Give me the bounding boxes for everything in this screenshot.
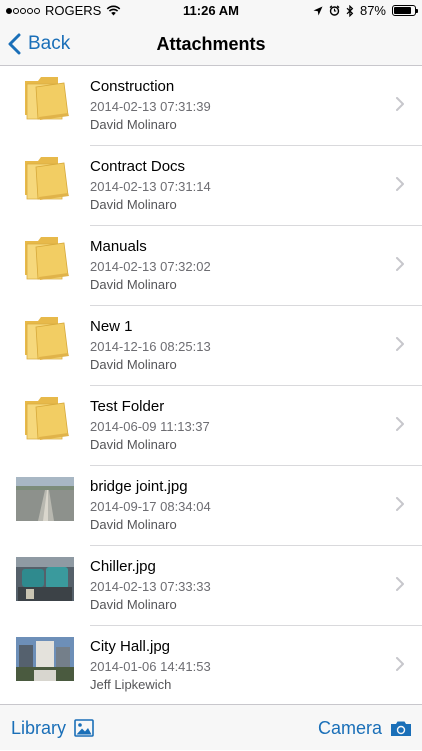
attachment-name: bridge joint.jpg (90, 478, 188, 495)
photo-library-icon (74, 719, 94, 737)
camera-button[interactable]: Camera (318, 705, 412, 751)
attachment-owner: David Molinaro (90, 117, 177, 132)
folder-icon (25, 237, 69, 280)
attachment-date: 2014-09-17 08:34:04 (90, 499, 211, 514)
battery-percent: 87% (359, 3, 386, 18)
attachment-row[interactable]: Chiller.jpg 2014-02-13 07:33:33 David Moli… (0, 546, 422, 626)
attachment-row[interactable]: City Hall.jpg 2014-01-06 14:41:53 Jeff Lip… (0, 626, 422, 704)
attachment-row[interactable]: New 1 2014-12-16 08:25:13 David Molinaro (0, 306, 422, 386)
library-label: Library (11, 717, 67, 738)
alarm-icon (329, 5, 340, 16)
attachment-name: Chiller.jpg (90, 558, 156, 575)
bottom-toolbar: Library Camera (0, 704, 422, 750)
camera-icon (391, 721, 411, 736)
location-icon (313, 6, 323, 15)
attachment-row[interactable]: Manuals 2014-02-13 07:32:02 David Molinaro (0, 226, 422, 306)
attachment-owner: David Molinaro (90, 357, 177, 372)
navigation-bar: Attachments Back (0, 22, 422, 66)
attachment-name: New 1 (90, 318, 133, 335)
status-right: 87% (313, 3, 418, 18)
attachment-date: 2014-01-06 14:41:53 (90, 659, 211, 674)
status-bar: ROGERS 11:26 AM 87% (0, 0, 422, 22)
battery-icon (392, 5, 418, 16)
attachment-owner: David Molinaro (90, 197, 177, 212)
chevron-right-icon (396, 177, 404, 191)
attachment-date: 2014-02-13 07:33:33 (90, 579, 211, 594)
attachment-name: Manuals (90, 238, 147, 255)
chevron-right-icon (396, 337, 404, 351)
attachment-name: Construction (90, 78, 175, 95)
folder-icon (25, 77, 69, 120)
chevron-right-icon (396, 497, 404, 511)
attachment-name: Test Folder (90, 398, 165, 415)
image-thumbnail (16, 477, 74, 521)
image-thumbnail (16, 637, 74, 681)
attachment-row[interactable]: Construction 2014-02-13 07:31:39 David Mol… (0, 66, 422, 146)
attachment-owner: David Molinaro (90, 517, 177, 532)
back-button[interactable]: Back (8, 22, 70, 66)
attachment-name: Contract Docs (90, 158, 186, 175)
back-label: Back (28, 33, 71, 54)
attachment-owner: David Molinaro (90, 437, 177, 452)
attachment-list: Construction 2014-02-13 07:31:39 David Mol… (0, 66, 422, 704)
attachment-row[interactable]: Contract Docs 2014-02-13 07:31:14 David Mo… (0, 146, 422, 226)
chevron-right-icon (396, 417, 404, 431)
chevron-right-icon (396, 257, 404, 271)
attachment-owner: David Molinaro (90, 597, 177, 612)
library-button[interactable]: Library (11, 705, 94, 751)
chevron-right-icon (396, 657, 404, 671)
attachment-row[interactable]: bridge joint.jpg 2014-09-17 08:34:04 David… (0, 466, 422, 546)
attachment-name: City Hall.jpg (90, 638, 171, 655)
attachment-row[interactable]: Test Folder 2014-06-09 11:13:37 David Moli… (0, 386, 422, 466)
chevron-left-icon (8, 33, 21, 55)
attachment-date: 2014-06-09 11:13:37 (90, 419, 210, 434)
folder-icon (25, 397, 69, 440)
attachment-owner: Jeff Lipkewich (90, 677, 172, 692)
attachment-date: 2014-12-16 08:25:13 (90, 339, 211, 354)
camera-label: Camera (317, 717, 382, 738)
image-thumbnail (16, 557, 74, 601)
folder-icon (25, 157, 69, 200)
attachment-owner: David Molinaro (90, 277, 177, 292)
attachment-date: 2014-02-13 07:32:02 (90, 259, 211, 274)
bluetooth-icon (346, 4, 354, 17)
attachment-date: 2014-02-13 07:31:14 (90, 179, 211, 194)
chevron-right-icon (396, 577, 404, 591)
chevron-right-icon (396, 97, 404, 111)
folder-icon (25, 317, 69, 360)
attachment-date: 2014-02-13 07:31:39 (90, 99, 211, 114)
